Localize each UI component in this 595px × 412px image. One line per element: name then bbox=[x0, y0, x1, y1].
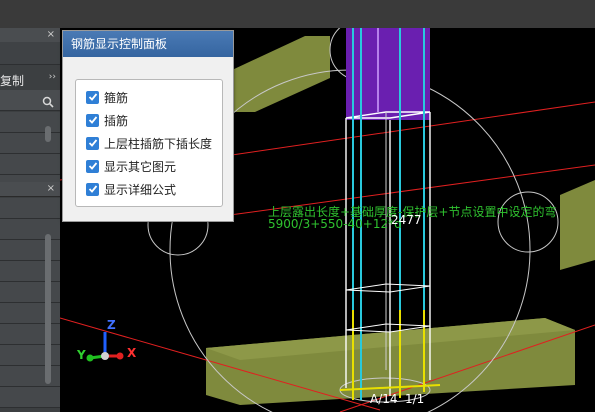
search-icon[interactable] bbox=[42, 96, 54, 108]
upper-column bbox=[346, 28, 430, 120]
close-icon[interactable]: × bbox=[47, 28, 55, 42]
rebar-display-control-panel: 钢筋显示控制面板 箍筋 插筋 上层柱插筋下插长度 显示其它图元 显示详细公式 bbox=[62, 30, 234, 222]
slab-block bbox=[560, 180, 595, 270]
option-label: 显示详细公式 bbox=[104, 182, 177, 197]
checkbox[interactable] bbox=[86, 136, 99, 150]
option-show-detailed-formula[interactable]: 显示详细公式 bbox=[86, 180, 176, 198]
option-stirrup[interactable]: 箍筋 bbox=[86, 88, 128, 106]
checkbox[interactable] bbox=[86, 159, 99, 173]
list-item[interactable] bbox=[0, 345, 60, 366]
option-label: 箍筋 bbox=[104, 90, 129, 105]
scrollbar-thumb[interactable] bbox=[45, 126, 51, 142]
list-item[interactable] bbox=[0, 112, 60, 133]
dock-row bbox=[0, 42, 60, 65]
option-label: 上层柱插筋下插长度 bbox=[104, 136, 213, 151]
list-item[interactable] bbox=[0, 303, 60, 324]
list-item[interactable] bbox=[0, 366, 60, 387]
checkmark-icon bbox=[88, 93, 97, 101]
panel-title: 钢筋显示控制面板 bbox=[63, 31, 233, 57]
list-item[interactable] bbox=[0, 198, 60, 219]
checkbox[interactable] bbox=[86, 113, 99, 127]
list-item[interactable] bbox=[0, 387, 60, 408]
list-item[interactable] bbox=[0, 261, 60, 282]
list-item[interactable] bbox=[0, 219, 60, 240]
option-show-other-elements[interactable]: 显示其它图元 bbox=[86, 157, 176, 175]
checkmark-icon bbox=[88, 139, 97, 147]
checkbox[interactable] bbox=[86, 90, 99, 104]
list-item[interactable] bbox=[0, 282, 60, 303]
list-item[interactable] bbox=[0, 133, 60, 154]
option-dowel[interactable]: 插筋 bbox=[86, 111, 128, 129]
option-label: 显示其它图元 bbox=[104, 159, 177, 174]
option-label: 插筋 bbox=[104, 113, 129, 128]
checkmark-icon bbox=[88, 185, 97, 193]
scrollbar-thumb[interactable] bbox=[45, 234, 51, 384]
close-icon[interactable]: × bbox=[47, 182, 55, 196]
list-item[interactable] bbox=[0, 324, 60, 345]
list-item[interactable] bbox=[0, 154, 60, 175]
option-upper-dowel-length[interactable]: 上层柱插筋下插长度 bbox=[86, 134, 212, 152]
checkmark-icon bbox=[88, 116, 97, 124]
checkmark-icon bbox=[88, 162, 97, 170]
grid-label: A/14 bbox=[370, 392, 398, 406]
dock-header-top: × bbox=[0, 28, 60, 43]
dimension-value: 2477 bbox=[391, 213, 422, 227]
axis-y-label: Y bbox=[77, 348, 86, 362]
axis-z-label: Z bbox=[107, 318, 116, 332]
grid-label: 1/1 bbox=[405, 392, 425, 406]
app-titlebar bbox=[0, 0, 595, 28]
options-group: 箍筋 插筋 上层柱插筋下插长度 显示其它图元 显示详细公式 bbox=[75, 79, 223, 207]
left-dock-panel: × 复制 ›› × bbox=[0, 28, 60, 412]
expand-icon[interactable]: ›› bbox=[49, 72, 56, 82]
dock-header-bottom: × bbox=[0, 182, 60, 197]
list-item[interactable] bbox=[0, 240, 60, 261]
copy-label[interactable]: 复制 bbox=[0, 72, 24, 89]
formula-expression: 5900/3+550-40+12*d bbox=[268, 217, 402, 231]
checkbox[interactable] bbox=[86, 182, 99, 196]
axis-x-label: X bbox=[127, 346, 137, 360]
